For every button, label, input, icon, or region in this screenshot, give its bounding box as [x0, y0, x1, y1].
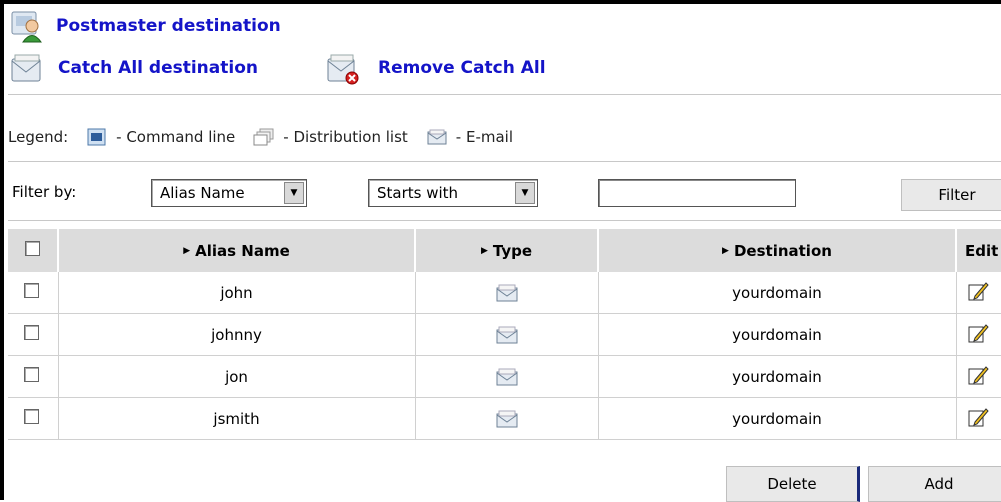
- email-icon: [496, 410, 517, 427]
- catch-all-destination-link[interactable]: Catch All destination: [10, 51, 258, 85]
- filter-label: Filter by:: [12, 183, 77, 201]
- email-icon: [496, 284, 517, 301]
- command-line-icon: [87, 128, 106, 146]
- alias-cell: jsmith: [58, 397, 416, 440]
- column-header-type[interactable]: ▶ Type: [415, 229, 599, 272]
- add-button[interactable]: Add: [868, 466, 1001, 502]
- select-all-header: [8, 229, 59, 272]
- edit-cell: [956, 355, 1001, 398]
- column-header-destination[interactable]: ▶ Destination: [598, 229, 957, 272]
- email-icon: [496, 368, 517, 385]
- row-checkbox[interactable]: [24, 367, 39, 382]
- row-select-cell: [8, 272, 59, 314]
- alias-cell: jon: [58, 355, 416, 398]
- postmaster-destination-label: Postmaster destination: [56, 16, 281, 36]
- filter-row: Filter by: Alias Name ▼ Starts with ▼ Fi…: [8, 170, 1001, 214]
- legend-title: Legend:: [8, 128, 69, 146]
- destination-cell: yourdomain: [598, 397, 957, 440]
- email-icon: [496, 326, 517, 343]
- table-row: johnny yourdomain: [8, 313, 1001, 356]
- filter-condition-value: Starts with: [377, 184, 459, 202]
- sort-arrow-icon: ▶: [183, 246, 191, 256]
- edit-pencil-icon[interactable]: [967, 322, 989, 344]
- column-label: Alias Name: [195, 241, 290, 260]
- window-left-border: [0, 0, 4, 500]
- filter-button[interactable]: Filter: [901, 179, 1001, 211]
- divider: [8, 94, 1001, 95]
- select-all-checkbox[interactable]: [25, 241, 40, 256]
- column-header-alias[interactable]: ▶ Alias Name: [58, 229, 416, 272]
- catch-all-destination-label: Catch All destination: [58, 58, 258, 78]
- sort-arrow-icon: ▶: [480, 246, 488, 256]
- destination-cell: yourdomain: [598, 355, 957, 398]
- remove-envelope-icon: [327, 54, 359, 85]
- window-top-border: [0, 0, 1001, 4]
- row-checkbox[interactable]: [24, 409, 39, 424]
- row-select-cell: [8, 355, 59, 398]
- filter-value-input[interactable]: [598, 179, 796, 207]
- remove-catch-all-label: Remove Catch All: [378, 58, 546, 78]
- column-label: Destination: [733, 241, 832, 260]
- destination-cell: yourdomain: [598, 313, 957, 356]
- type-cell: [415, 397, 599, 440]
- type-cell: [415, 313, 599, 356]
- edit-cell: [956, 397, 1001, 440]
- remove-catch-all-link[interactable]: Remove Catch All: [326, 51, 546, 85]
- postmaster-destination-link[interactable]: Postmaster destination: [10, 9, 281, 43]
- destination-cell: yourdomain: [598, 272, 957, 314]
- envelope-stack-icon: [11, 54, 41, 82]
- edit-cell: [956, 272, 1001, 314]
- legend-distribution-list: - Distribution list: [283, 128, 408, 146]
- filter-condition-select[interactable]: Starts with ▼: [368, 179, 538, 207]
- table-row: jon yourdomain: [8, 355, 1001, 398]
- divider: [8, 161, 1001, 162]
- email-icon: [427, 129, 447, 145]
- row-checkbox[interactable]: [24, 325, 39, 340]
- distribution-list-icon: [253, 128, 274, 146]
- alias-cell: john: [58, 272, 416, 314]
- edit-pencil-icon[interactable]: [967, 364, 989, 386]
- edit-pencil-icon[interactable]: [967, 406, 989, 428]
- table-row: john yourdomain: [8, 272, 1001, 314]
- postmaster-icon: [11, 11, 42, 43]
- divider: [8, 220, 1001, 221]
- type-cell: [415, 272, 599, 314]
- table-header: ▶ Alias Name ▶ Type ▶ Destination Edit: [8, 229, 1001, 272]
- edit-pencil-icon[interactable]: [967, 280, 989, 302]
- dropdown-arrow-icon[interactable]: ▼: [515, 182, 535, 204]
- sort-arrow-icon: ▶: [722, 246, 729, 256]
- column-label: Edit: [965, 241, 999, 260]
- delete-button[interactable]: Delete: [726, 466, 860, 502]
- dropdown-arrow-icon[interactable]: ▼: [284, 182, 304, 204]
- column-header-edit: Edit: [956, 229, 1001, 272]
- row-select-cell: [8, 397, 59, 440]
- filter-field-select[interactable]: Alias Name ▼: [151, 179, 307, 207]
- legend-command-line: - Command line: [116, 128, 236, 146]
- type-cell: [415, 355, 599, 398]
- legend: Legend: - Command line - Distribution li…: [8, 127, 513, 147]
- filter-field-value: Alias Name: [160, 184, 245, 202]
- aliases-table: ▶ Alias Name ▶ Type ▶ Destination Edit john…: [8, 229, 1001, 440]
- alias-cell: johnny: [58, 313, 416, 356]
- edit-cell: [956, 313, 1001, 356]
- legend-email: - E-mail: [455, 128, 513, 146]
- column-label: Type: [492, 241, 533, 260]
- table-row: jsmith yourdomain: [8, 397, 1001, 440]
- row-checkbox[interactable]: [24, 283, 39, 298]
- row-select-cell: [8, 313, 59, 356]
